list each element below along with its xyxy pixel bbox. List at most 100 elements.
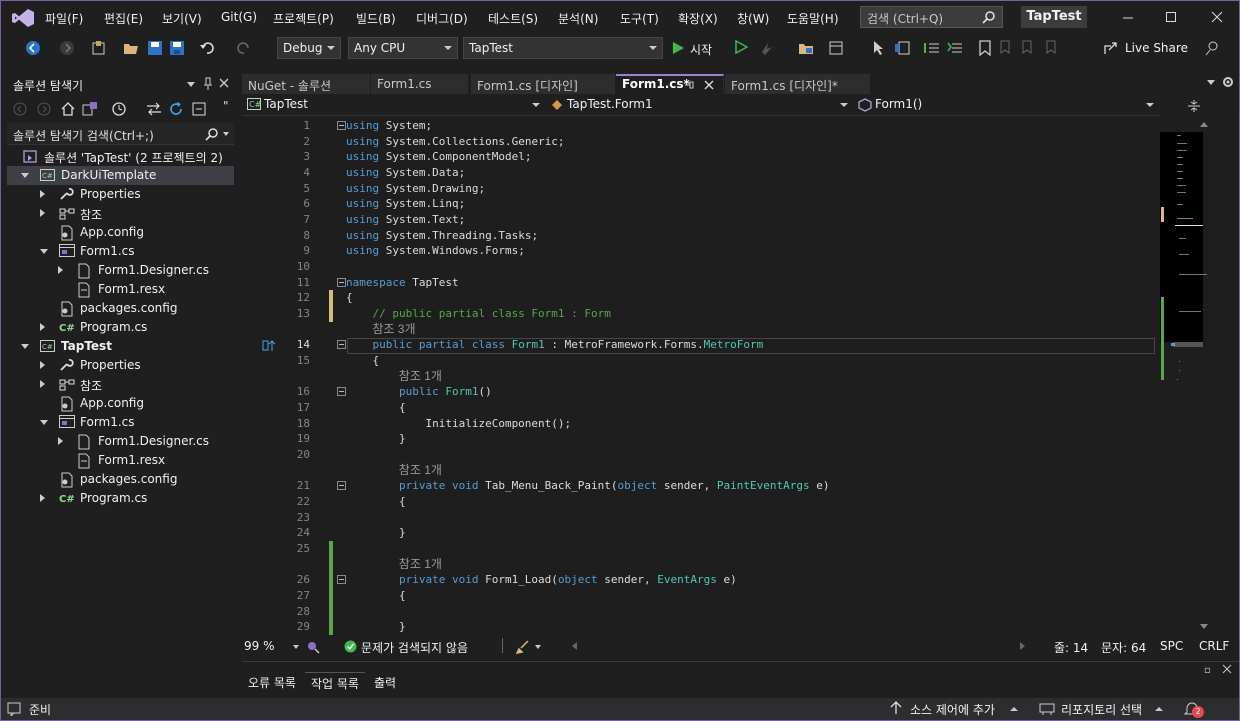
sync-active-document-icon[interactable] bbox=[146, 102, 162, 116]
member-select[interactable]: Form1() bbox=[855, 95, 1158, 115]
next-bookmark-icon[interactable] bbox=[1019, 40, 1035, 56]
tree-item[interactable]: 참조 bbox=[7, 375, 234, 394]
tree-item[interactable]: App.config bbox=[7, 394, 234, 413]
tree-item[interactable]: C# TapTest bbox=[7, 337, 234, 356]
tree-item[interactable]: C# Program.cs bbox=[7, 318, 234, 337]
scrollbar-map[interactable] bbox=[1159, 117, 1239, 637]
menu-item[interactable]: 확장(X) bbox=[678, 10, 718, 27]
open-folder-icon[interactable] bbox=[123, 40, 139, 56]
search-options-icon[interactable] bbox=[223, 132, 229, 136]
split-window-icon[interactable] bbox=[1187, 99, 1201, 113]
zoom-dropdown-icon[interactable] bbox=[293, 645, 299, 649]
vs-logo-icon[interactable] bbox=[11, 8, 35, 28]
comment-lines-icon[interactable] bbox=[924, 40, 942, 56]
bottom-tab[interactable]: 작업 목록 bbox=[305, 672, 365, 692]
live-share-icon[interactable] bbox=[1103, 40, 1119, 56]
menu-item[interactable]: 프로젝트(P) bbox=[273, 10, 334, 27]
tab-close-icon[interactable] bbox=[704, 80, 714, 90]
select-repository-button[interactable]: 리포지토리 선택 bbox=[1061, 701, 1142, 718]
issues-status[interactable]: 문제가 검색되지 않음 bbox=[361, 639, 468, 656]
tree-item[interactable]: Form1.resx bbox=[7, 451, 234, 470]
maximize-icon[interactable] bbox=[1164, 10, 1178, 24]
code-cleanup-icon[interactable] bbox=[306, 640, 320, 654]
pin-icon[interactable]: ▫ bbox=[1204, 665, 1211, 676]
source-control-caret-icon[interactable] bbox=[1010, 707, 1018, 711]
codelens-reference-count[interactable]: 참조 1개 bbox=[399, 557, 442, 572]
tree-item[interactable]: C# Program.cs bbox=[7, 489, 234, 508]
bookmark-icon[interactable] bbox=[978, 40, 992, 56]
feedback-icon[interactable] bbox=[1204, 40, 1222, 56]
tree-item[interactable]: C# DarkUiTemplate bbox=[7, 166, 234, 185]
refresh-icon[interactable] bbox=[168, 101, 184, 117]
brush-dropdown-icon[interactable] bbox=[535, 645, 541, 649]
menu-item[interactable]: 빌드(B) bbox=[356, 10, 396, 27]
start-without-debugging-icon[interactable] bbox=[734, 40, 748, 54]
panel-menu-icon[interactable] bbox=[187, 82, 195, 87]
tree-item[interactable]: Form1.Designer.cs bbox=[7, 432, 234, 451]
type-select[interactable]: TapTest.Form1 bbox=[547, 95, 852, 115]
uncomment-lines-icon[interactable] bbox=[947, 40, 965, 56]
expand-arrow-icon[interactable] bbox=[40, 361, 45, 369]
project-select[interactable]: C# TapTest bbox=[244, 95, 544, 115]
repository-caret-icon[interactable] bbox=[1155, 707, 1163, 711]
tree-item[interactable]: Form1.cs bbox=[7, 242, 234, 261]
expand-arrow-icon[interactable] bbox=[58, 266, 63, 274]
save-all-icon[interactable] bbox=[169, 40, 185, 56]
prev-bookmark-icon[interactable] bbox=[997, 40, 1013, 56]
collapse-region-icon[interactable] bbox=[337, 340, 346, 349]
zoom-level[interactable]: 99 % bbox=[244, 639, 275, 653]
collapse-region-icon[interactable] bbox=[337, 575, 346, 584]
close-icon[interactable] bbox=[1210, 10, 1224, 24]
collapse-arrow-icon[interactable] bbox=[40, 249, 48, 254]
panel-close-icon[interactable] bbox=[1222, 664, 1232, 674]
scroll-left-icon[interactable] bbox=[572, 642, 577, 650]
redo-icon[interactable] bbox=[234, 40, 252, 56]
collapse-region-icon[interactable] bbox=[337, 121, 346, 130]
menu-item[interactable]: 파일(F) bbox=[45, 10, 83, 27]
new-project-icon[interactable] bbox=[91, 40, 109, 56]
menu-item[interactable]: Git(G) bbox=[221, 10, 257, 24]
home-icon[interactable] bbox=[60, 101, 76, 117]
switch-views-icon[interactable] bbox=[81, 101, 99, 117]
bottom-tab[interactable]: 오류 목록 bbox=[242, 672, 302, 692]
panel-close-icon[interactable] bbox=[219, 78, 229, 88]
startup-project-select[interactable]: TapTest bbox=[463, 37, 663, 59]
forward-icon[interactable] bbox=[37, 102, 51, 116]
solution-node[interactable]: 솔루션 'TapTest' (2 프로젝트의 2) bbox=[7, 147, 234, 166]
back-icon[interactable] bbox=[25, 40, 41, 56]
hot-reload-icon[interactable] bbox=[759, 40, 775, 56]
menu-item[interactable]: 편집(E) bbox=[104, 10, 143, 27]
column-indicator[interactable]: 문자: 64 bbox=[1101, 639, 1146, 656]
collapse-region-icon[interactable] bbox=[337, 278, 346, 287]
solution-folder-icon[interactable] bbox=[798, 40, 816, 56]
tree-item[interactable]: App.config bbox=[7, 223, 234, 242]
tab-pin-icon[interactable] bbox=[684, 79, 694, 91]
menu-item[interactable]: 보기(V) bbox=[162, 10, 202, 27]
collapse-region-icon[interactable] bbox=[337, 481, 346, 490]
whitespace-indicator[interactable]: SPC bbox=[1160, 639, 1183, 653]
undo-icon[interactable] bbox=[199, 40, 217, 56]
minimize-icon[interactable] bbox=[1121, 10, 1135, 24]
tab-document[interactable]: NuGet - 솔루션 bbox=[242, 74, 370, 94]
expand-arrow-icon[interactable] bbox=[40, 494, 45, 502]
brush-icon[interactable] bbox=[516, 640, 530, 654]
tree-item[interactable]: Form1.resx bbox=[7, 280, 234, 299]
collapse-all-icon[interactable] bbox=[191, 101, 207, 117]
codelens-reference-count[interactable]: 참조 1개 bbox=[399, 463, 442, 478]
tree-item[interactable]: Form1.Designer.cs bbox=[7, 261, 234, 280]
properties-window-icon[interactable] bbox=[894, 40, 912, 56]
tab-list-dropdown-icon[interactable] bbox=[1206, 77, 1216, 87]
expand-arrow-icon[interactable] bbox=[40, 209, 45, 217]
collapse-arrow-icon[interactable] bbox=[40, 420, 48, 425]
tab-document[interactable]: Form1.cs bbox=[371, 74, 468, 94]
tab-document[interactable]: Form1.cs [디자인] bbox=[471, 74, 615, 94]
code-editor[interactable]: 1 using System; 2 using System.Collections.… bbox=[242, 117, 1159, 637]
save-icon[interactable] bbox=[147, 40, 163, 56]
expand-arrow-icon[interactable] bbox=[58, 437, 63, 445]
expand-arrow-icon[interactable] bbox=[40, 190, 45, 198]
collapse-arrow-icon[interactable] bbox=[21, 344, 29, 349]
forward-icon[interactable] bbox=[59, 40, 75, 56]
bottom-tab[interactable]: 출력 bbox=[368, 672, 402, 692]
layout-icon[interactable] bbox=[829, 40, 847, 56]
clear-bookmarks-icon[interactable] bbox=[1043, 40, 1059, 56]
